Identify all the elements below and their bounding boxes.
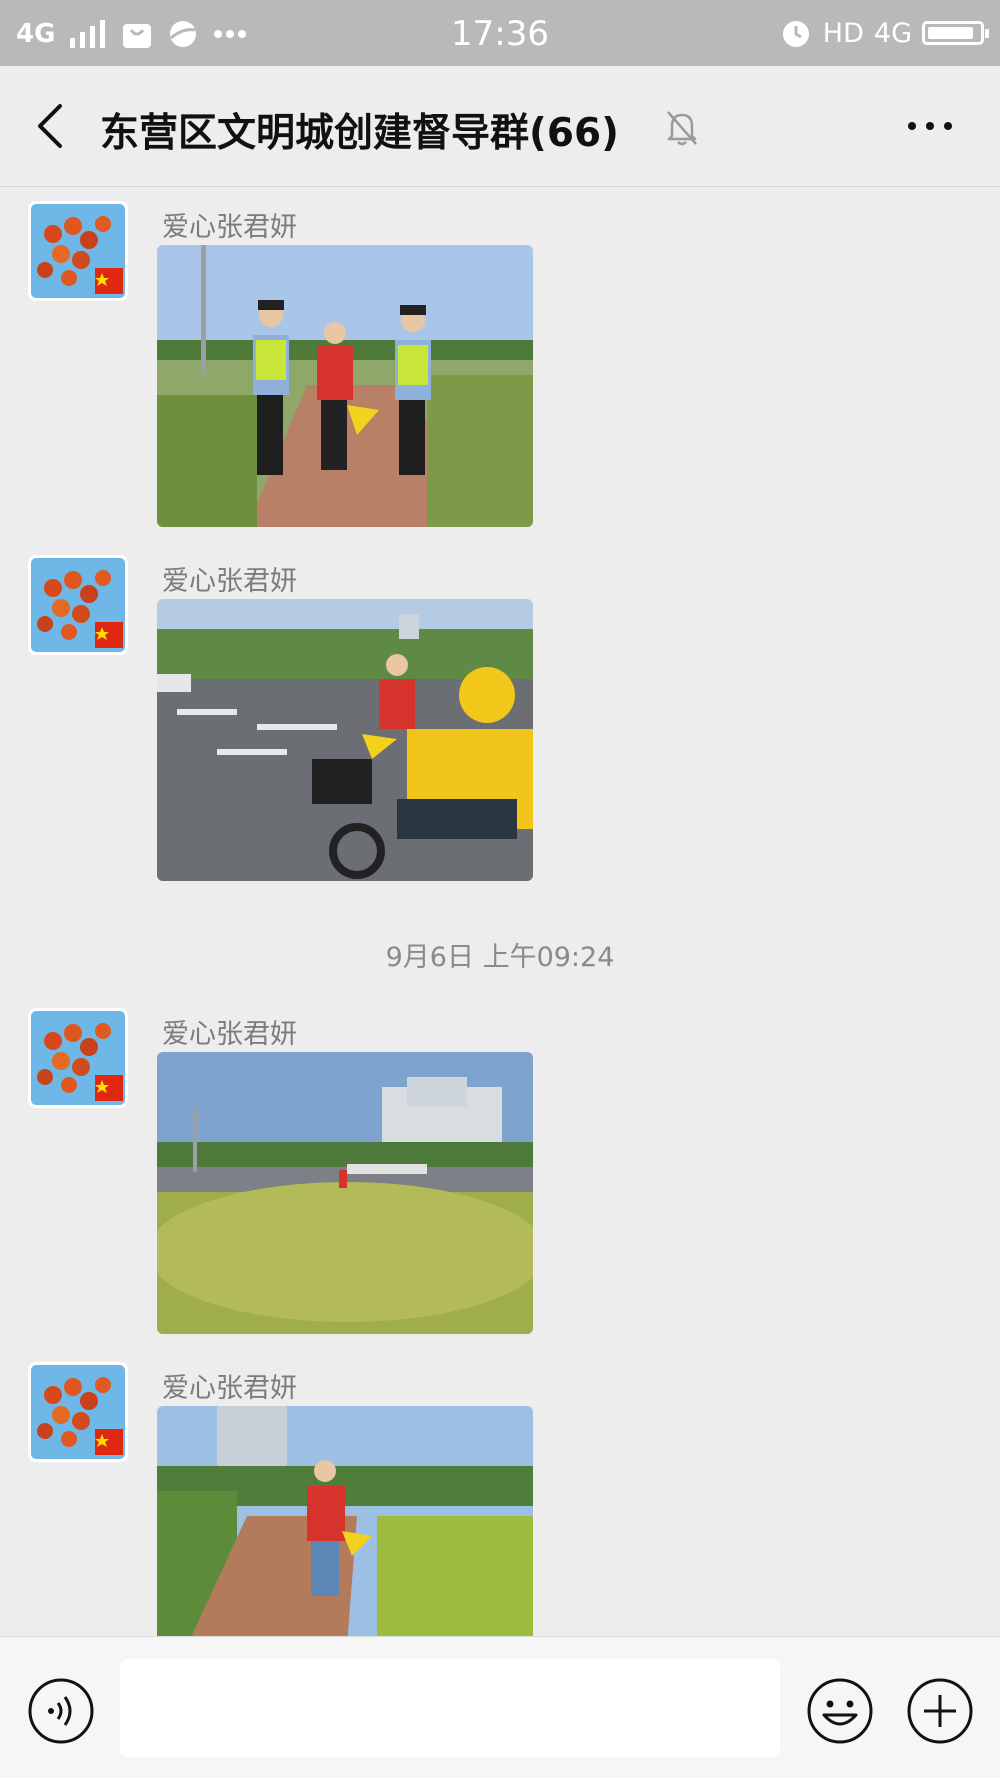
sender-name: 爱心张君妍 [162,566,297,597]
sender-name: 爱心张君妍 [162,1373,297,1404]
chat-message-list[interactable]: 爱心张君妍 爱心张君妍 9月6日 上午09:24 爱心张君妍 爱心张君妍 [0,187,1000,1636]
message-item: 爱心张君妍 [0,541,1000,891]
more-dots-icon [908,122,952,130]
bell-off-icon [667,111,697,146]
chat-header: 东营区文明城创建督导群(66) [0,66,1000,187]
sender-name: 爱心张君妍 [162,212,297,243]
emoji-button[interactable] [806,1677,874,1745]
avatar-image [31,1365,125,1459]
photo-message[interactable] [157,1406,533,1636]
message-item: 爱心张君妍 [0,187,1000,537]
avatar-image [31,204,125,298]
avatar[interactable] [28,555,128,655]
avatar-image [31,558,125,652]
page-title: 东营区文明城创建督导群(66) [100,111,619,156]
avatar-image [31,1011,125,1105]
message-item: 爱心张君妍 [0,994,1000,1344]
emoji-icon [807,1678,873,1744]
status-bar: 4G 17:36 HD 4G [0,0,1000,66]
network-type-right: 4G [873,17,912,49]
volunteer-on-path-photo [157,1406,533,1636]
avatar[interactable] [28,201,128,301]
back-button[interactable] [22,96,82,156]
voice-button[interactable] [27,1677,95,1745]
status-right: HD 4G [779,12,989,54]
plus-icon [907,1678,973,1744]
avatar[interactable] [28,1362,128,1462]
battery-fill [928,27,973,39]
avatar[interactable] [28,1008,128,1108]
intersection-photo [157,1052,533,1334]
volunteer-and-rider-photo [157,599,533,881]
message-input[interactable] [120,1659,780,1757]
plus-button[interactable] [906,1677,974,1745]
police-and-volunteer-photo [157,245,533,527]
message-item: 爱心张君妍 [0,1348,1000,1636]
hd-label: HD [822,17,864,49]
photo-message[interactable] [157,245,533,527]
chevron-left-icon [38,104,62,148]
chat-timestamp: 9月6日 上午09:24 [385,942,615,973]
more-button[interactable] [900,106,960,146]
alarm-icon [782,21,809,47]
photo-message[interactable] [157,1052,533,1334]
chat-input-bar [0,1636,1000,1778]
battery-icon [922,21,989,45]
sender-name: 爱心张君妍 [162,1019,297,1050]
photo-message[interactable] [157,599,533,881]
voice-icon [28,1678,94,1744]
